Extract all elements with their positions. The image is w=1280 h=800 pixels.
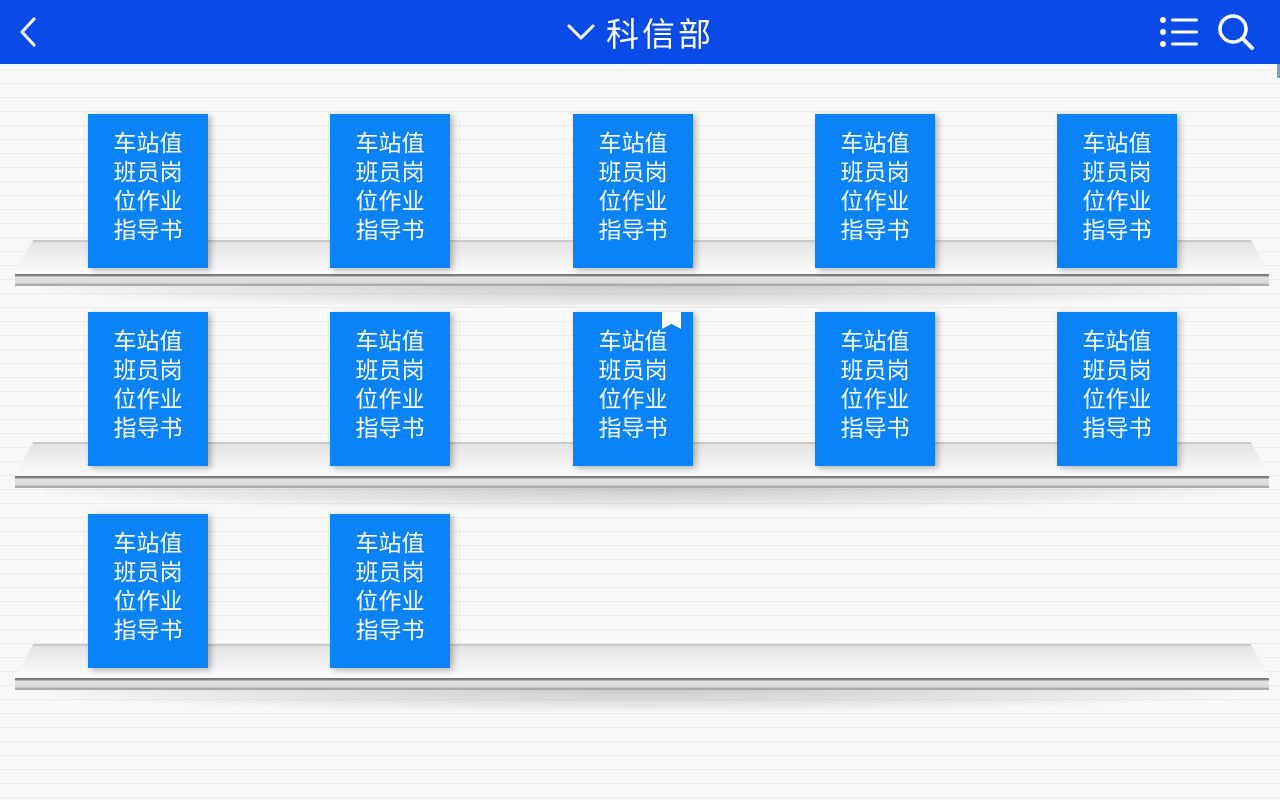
- search-icon: [1218, 14, 1254, 50]
- top-bar: 科信部: [0, 0, 1280, 64]
- book-title: 车站值班员岗位作业指导书: [1082, 329, 1152, 442]
- book-item[interactable]: 车站值班员岗位作业指导书: [330, 312, 450, 466]
- shelf-front: [15, 678, 1269, 690]
- book-title: 车站值班员岗位作业指导书: [113, 131, 183, 244]
- page-title: 科信部: [606, 15, 714, 54]
- book-item[interactable]: 车站值班员岗位作业指导书: [330, 514, 450, 668]
- book-title: 车站值班员岗位作业指导书: [355, 531, 425, 644]
- book-title: 车站值班员岗位作业指导书: [1082, 131, 1152, 244]
- book-title: 车站值班员岗位作业指导书: [840, 329, 910, 442]
- book-item[interactable]: 车站值班员岗位作业指导书: [1057, 114, 1177, 268]
- book-title: 车站值班员岗位作业指导书: [598, 131, 668, 244]
- shelf-shadow: [45, 488, 1239, 510]
- shelf-front: [15, 476, 1269, 488]
- book-item[interactable]: 车站值班员岗位作业指导书: [573, 312, 693, 466]
- shelf-front: [15, 274, 1269, 286]
- chevron-down-icon: [567, 24, 595, 40]
- department-dropdown[interactable]: 科信部: [0, 0, 1280, 64]
- book-item[interactable]: 车站值班员岗位作业指导书: [88, 114, 208, 268]
- book-title: 车站值班员岗位作业指导书: [840, 131, 910, 244]
- bookmark-icon: [662, 312, 681, 329]
- shelf-shadow: [45, 690, 1239, 712]
- book-item[interactable]: 车站值班员岗位作业指导书: [88, 312, 208, 466]
- shelf-edge: [33, 644, 1251, 646]
- book-item[interactable]: 车站值班员岗位作业指导书: [330, 114, 450, 268]
- book-title: 车站值班员岗位作业指导书: [598, 329, 668, 442]
- book-item[interactable]: 车站值班员岗位作业指导书: [1057, 312, 1177, 466]
- menu-button[interactable]: [1156, 12, 1202, 52]
- book-title: 车站值班员岗位作业指导书: [355, 131, 425, 244]
- book-item[interactable]: 车站值班员岗位作业指导书: [815, 312, 935, 466]
- book-item[interactable]: 车站值班员岗位作业指导书: [573, 114, 693, 268]
- book-title: 车站值班员岗位作业指导书: [113, 531, 183, 644]
- shelf-shadow: [45, 286, 1239, 308]
- book-item[interactable]: 车站值班员岗位作业指导书: [88, 514, 208, 668]
- book-title: 车站值班员岗位作业指导书: [355, 329, 425, 442]
- list-menu-icon: [1160, 17, 1198, 47]
- search-button[interactable]: [1214, 10, 1258, 54]
- book-title: 车站值班员岗位作业指导书: [113, 329, 183, 442]
- book-item[interactable]: 车站值班员岗位作业指导书: [815, 114, 935, 268]
